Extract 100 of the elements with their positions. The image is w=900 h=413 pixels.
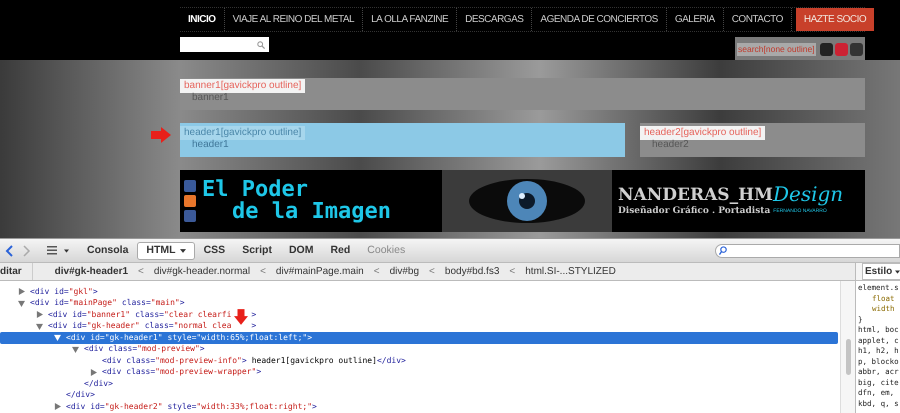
- nav-link[interactable]: INICIO: [180, 8, 225, 31]
- tree-row[interactable]: <div id="gk-header1" style="width:65%;float:left;">: [0, 332, 838, 344]
- breadcrumb-link[interactable]: div#mainPage.main: [276, 264, 364, 279]
- caret-icon: [895, 270, 900, 274]
- tag-markup: >: [180, 297, 185, 310]
- attribute-name: id=: [54, 297, 69, 310]
- tree-row[interactable]: <div id="banner1" class="clear clearfi >: [0, 309, 840, 320]
- tag-markup: <div: [66, 332, 86, 344]
- breadcrumb-link[interactable]: html.SI-...STYLIZED: [525, 264, 616, 279]
- attribute-name: id=: [54, 286, 69, 298]
- nav-link[interactable]: CONTACTO: [724, 8, 792, 31]
- tag-markup: <div: [30, 286, 50, 298]
- brand-script: Design: [772, 183, 844, 206]
- tag-markup: >: [256, 366, 262, 378]
- nav-link[interactable]: VIAJE AL REINO DEL METAL: [224, 8, 364, 31]
- breadcrumb-link[interactable]: div#gk-header.normal: [154, 264, 250, 279]
- panel-tab[interactable]: DOM: [280, 242, 322, 260]
- tree-row[interactable]: <div id="gk-header" class="normal clea >: [0, 320, 840, 332]
- breadcrumb-separator: <: [429, 265, 435, 279]
- style-menu[interactable]: Estilo: [862, 263, 900, 280]
- tag-markup: </div>: [376, 354, 406, 367]
- panel-tab[interactable]: Script: [234, 242, 280, 260]
- nav-link[interactable]: DESCARGAS: [457, 8, 532, 31]
- expanded-triangle-icon[interactable]: [36, 322, 43, 330]
- breadcrumb-separator: <: [374, 265, 380, 279]
- expanded-triangle-icon[interactable]: [72, 346, 79, 353]
- attribute-name: id=: [72, 308, 87, 321]
- node-text: header1[gavickpro outline]: [252, 354, 377, 367]
- tree-row[interactable]: <div id="gk-header2" style="width:33%;float:right;">: [0, 401, 840, 412]
- arrow-icon: [150, 127, 172, 143]
- nav-link[interactable]: GALERIA: [666, 8, 724, 31]
- social-icon[interactable]: [184, 195, 196, 207]
- breadcrumb-link[interactable]: div#gk-header1: [54, 264, 128, 279]
- attribute-value: "gk-header1": [104, 332, 163, 344]
- attribute-name: class=: [126, 366, 156, 378]
- tag-markup: >: [251, 320, 256, 332]
- tree-row[interactable]: <div id="gkl">: [0, 286, 840, 298]
- tag-markup: >: [242, 354, 247, 367]
- attribute-value: "banner1": [86, 308, 130, 321]
- edit-label[interactable]: ditar: [0, 263, 33, 280]
- tag-markup: >: [200, 343, 205, 356]
- attribute-value: "gk-header": [86, 320, 140, 332]
- attribute-name: class=: [108, 343, 138, 356]
- search-icon: [719, 246, 728, 255]
- banner-title: de la Imagen: [231, 201, 392, 223]
- nav-link[interactable]: AGENDA DE CONCIERTOS: [532, 8, 667, 31]
- tag-markup: >: [312, 400, 317, 413]
- module-name: header2: [652, 140, 690, 150]
- tag-markup: <div: [30, 297, 50, 310]
- collapsed-triangle-icon[interactable]: [36, 311, 43, 318]
- attribute-value: "width:33%;float:right;": [196, 400, 312, 413]
- search-icon: [257, 40, 265, 48]
- panel-tab[interactable]: Consola: [79, 242, 136, 260]
- tag-markup: </div>: [66, 389, 95, 402]
- search-field[interactable]: [180, 37, 269, 52]
- tagline: Diseñador Gráfico . Portadista: [618, 205, 770, 218]
- panel-tab[interactable]: HTML: [137, 242, 195, 260]
- attribute-name: id=: [72, 320, 87, 332]
- nav-link[interactable]: HAZTE SOCIO: [796, 8, 874, 31]
- module-label: search[none outline]: [737, 43, 816, 56]
- tag-markup: <div: [102, 366, 122, 378]
- attribute-name: style=: [168, 332, 196, 344]
- tag-markup: </div>: [84, 378, 113, 390]
- back-icon[interactable]: [5, 244, 13, 256]
- attribute-name: id=: [90, 332, 105, 344]
- tree-row[interactable]: <div class="mod-preview-info"> header1[gavickpro outline]</div>: [0, 355, 840, 366]
- attribute-value: "width:65%;float:left;": [196, 332, 308, 344]
- attribute-value: "clear clearfi: [164, 308, 232, 321]
- tag-markup: >: [92, 286, 98, 298]
- caret-icon: [180, 248, 186, 252]
- attribute-value: "gk-header2": [104, 400, 163, 413]
- tree-row[interactable]: <div class="mod-preview-wrapper">: [0, 366, 840, 378]
- nav-link[interactable]: LA OLLA FANZINE: [363, 8, 458, 31]
- panel-tab[interactable]: CSS: [196, 242, 234, 260]
- collapsed-triangle-icon[interactable]: [18, 288, 25, 296]
- panel-tab[interactable]: Red: [322, 242, 358, 260]
- tag-markup: >: [307, 332, 312, 344]
- module-label: header2[gavickpro outline]: [640, 126, 766, 140]
- brand-name: NANDERAS_HM: [618, 185, 773, 206]
- tree-row[interactable]: <div id="mainPage" class="main">: [0, 298, 840, 309]
- menu-icon[interactable]: [47, 246, 57, 255]
- tag-markup: <div: [48, 308, 68, 321]
- tag-markup: >: [251, 308, 256, 321]
- expanded-triangle-icon[interactable]: [18, 300, 25, 307]
- breadcrumb-separator: <: [138, 265, 144, 279]
- social-icon[interactable]: [850, 43, 863, 56]
- collapsed-triangle-icon[interactable]: [90, 368, 97, 376]
- expanded-triangle-icon[interactable]: [54, 334, 61, 342]
- caret-icon: [64, 248, 69, 252]
- attribute-value: "mod-preview-wrapper": [155, 366, 256, 378]
- attribute-name: style=: [168, 400, 196, 413]
- social-icon[interactable]: [820, 43, 833, 56]
- breadcrumb-separator: <: [509, 265, 516, 279]
- attribute-value: "mod-preview-info": [155, 354, 242, 367]
- breadcrumb-link[interactable]: div#bg: [390, 264, 420, 279]
- search-field[interactable]: [715, 244, 900, 258]
- tree-row[interactable]: <div class="mod-preview">: [0, 344, 840, 355]
- breadcrumb-link[interactable]: body#bd.fs3: [444, 264, 500, 279]
- collapsed-triangle-icon[interactable]: [54, 403, 61, 410]
- attribute-name: class=: [144, 320, 174, 332]
